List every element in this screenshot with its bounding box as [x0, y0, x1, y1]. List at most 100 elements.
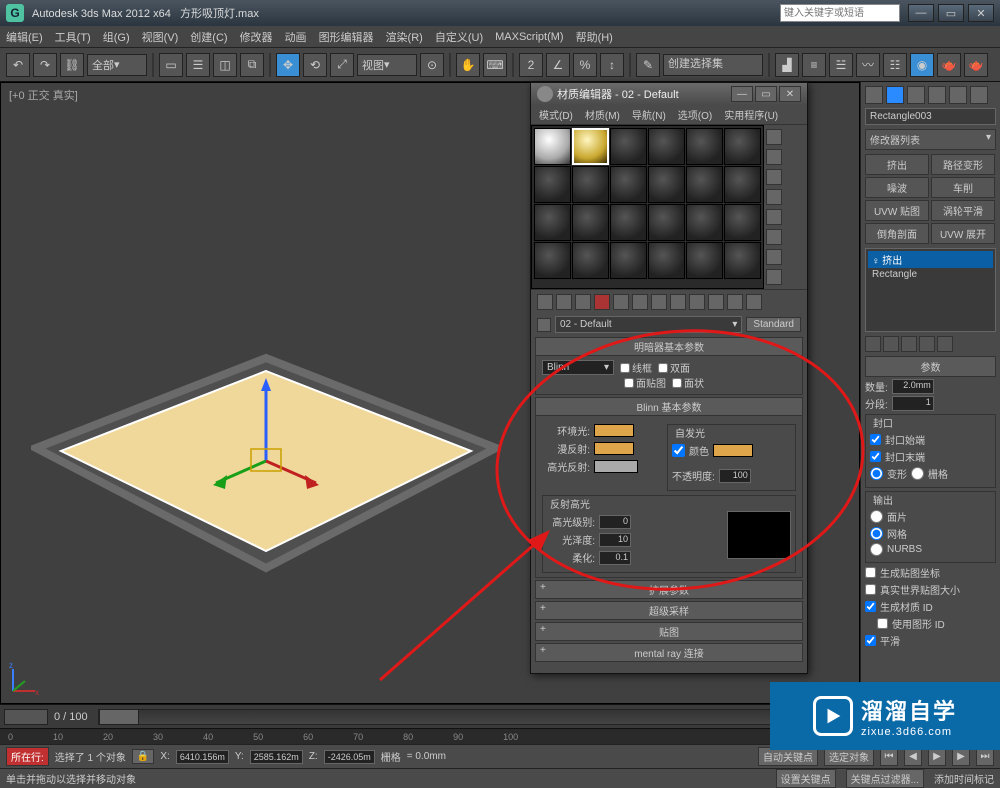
goto-end-icon[interactable]: ⏭	[976, 748, 994, 766]
sample-slot-4[interactable]	[648, 128, 685, 165]
snap-angle-icon[interactable]: ∠	[546, 53, 570, 77]
select-icon[interactable]: ▭	[159, 53, 183, 77]
move-icon[interactable]: ✥	[276, 53, 300, 77]
spec-level-spinner[interactable]: 0	[599, 515, 631, 529]
stack-item-extrude[interactable]: ♀ 挤出	[868, 251, 993, 268]
motion-tab-icon[interactable]	[928, 86, 946, 104]
background-icon[interactable]	[766, 169, 782, 185]
soften-spinner[interactable]: 0.1	[599, 551, 631, 565]
faceted-checkbox[interactable]	[672, 378, 682, 388]
prev-frame-icon[interactable]: ◀	[904, 748, 922, 766]
ambient-swatch[interactable]	[594, 424, 634, 437]
sample-slot-22[interactable]	[648, 242, 685, 279]
out-mesh-radio[interactable]	[870, 527, 883, 540]
snap-2d-icon[interactable]: 2	[519, 53, 543, 77]
rollout-parameters[interactable]: 参数	[865, 356, 996, 377]
gen-mtl-checkbox[interactable]	[865, 601, 876, 612]
redo-icon[interactable]: ↷	[33, 53, 57, 77]
window-crossing-icon[interactable]: ⧉	[240, 53, 264, 77]
use-center-icon[interactable]: ⊙	[420, 53, 444, 77]
video-check-icon[interactable]	[766, 209, 782, 225]
modify-tab-icon[interactable]	[886, 86, 904, 104]
keyboard-icon[interactable]: ⌨	[483, 53, 507, 77]
menu-render[interactable]: 渲染(R)	[386, 29, 423, 45]
me-menu-mode[interactable]: 模式(D)	[539, 107, 573, 122]
next-frame-icon[interactable]: ▶	[952, 748, 970, 766]
me-menu-navigate[interactable]: 导航(N)	[632, 107, 666, 122]
hierarchy-tab-icon[interactable]	[907, 86, 925, 104]
x-field[interactable]: 6410.156m	[176, 750, 229, 764]
menu-edit[interactable]: 编辑(E)	[6, 29, 43, 45]
mod-noise-button[interactable]: 噪波	[865, 177, 929, 198]
material-editor-titlebar[interactable]: 材质编辑器 - 02 - Default — ▭ ✕	[531, 83, 807, 105]
mod-turbosmooth-button[interactable]: 涡轮平滑	[931, 200, 995, 221]
sample-slot-5[interactable]	[686, 128, 723, 165]
spinner-snap-icon[interactable]: ↕	[600, 53, 624, 77]
keyfilter-button[interactable]: 关键点过滤器...	[846, 769, 924, 788]
sample-slot-20[interactable]	[572, 242, 609, 279]
object-name-field[interactable]: Rectangle003	[865, 108, 996, 125]
specular-swatch[interactable]	[594, 460, 638, 473]
timeline-config-icon[interactable]	[4, 709, 48, 725]
maximize-icon[interactable]: ▭	[938, 4, 964, 22]
menu-customize[interactable]: 自定义(U)	[435, 29, 483, 45]
sample-slot-18[interactable]	[724, 204, 761, 241]
sample-slot-17[interactable]	[686, 204, 723, 241]
selection-filter-dropdown[interactable]: 全部 ▾	[87, 54, 147, 76]
sample-slot-11[interactable]	[686, 166, 723, 203]
minimize-icon[interactable]: —	[908, 4, 934, 22]
sample-slot-13[interactable]	[534, 204, 571, 241]
put-to-lib-icon[interactable]	[651, 294, 667, 310]
me-menu-material[interactable]: 材质(M)	[585, 107, 620, 122]
cap-grid-radio[interactable]	[911, 467, 924, 480]
selfillum-color-checkbox[interactable]	[672, 444, 685, 457]
play-icon[interactable]: ▶	[928, 748, 946, 766]
goto-start-icon[interactable]: ⏮	[880, 748, 898, 766]
material-editor-icon[interactable]: ◉	[910, 53, 934, 77]
cap-morph-radio[interactable]	[870, 467, 883, 480]
smooth-checkbox[interactable]	[865, 635, 876, 646]
assign-to-sel-icon[interactable]	[575, 294, 591, 310]
menu-modifiers[interactable]: 修改器	[240, 29, 273, 45]
ref-coord-dropdown[interactable]: 视图 ▾	[357, 54, 417, 76]
rotate-icon[interactable]: ⟲	[303, 53, 327, 77]
remove-mod-icon[interactable]	[919, 336, 935, 352]
wire-checkbox[interactable]	[620, 363, 630, 373]
make-copy-icon[interactable]	[613, 294, 629, 310]
sample-slot-10[interactable]	[648, 166, 685, 203]
sample-slot-15[interactable]	[610, 204, 647, 241]
menu-create[interactable]: 创建(C)	[190, 29, 227, 45]
reset-map-icon[interactable]	[594, 294, 610, 310]
modifier-list-dropdown[interactable]: 修改器列表▾	[865, 129, 996, 150]
cap-start-checkbox[interactable]	[870, 434, 881, 445]
material-type-button[interactable]: Standard	[746, 317, 801, 332]
menu-tools[interactable]: 工具(T)	[55, 29, 91, 45]
rollout-supersample[interactable]: +超级采样	[535, 601, 803, 620]
mod-pathdeform-button[interactable]: 路径变形	[931, 154, 995, 175]
rollout-shader-params[interactable]: 明暗器基本参数	[535, 337, 803, 356]
out-patch-radio[interactable]	[870, 510, 883, 523]
sample-slot-21[interactable]	[610, 242, 647, 279]
scale-icon[interactable]: ⤢	[330, 53, 354, 77]
z-field[interactable]: -2426.05m	[324, 750, 375, 764]
me-maximize-icon[interactable]: ▭	[755, 86, 777, 102]
me-minimize-icon[interactable]: —	[731, 86, 753, 102]
sample-slot-3[interactable]	[610, 128, 647, 165]
sample-slot-9[interactable]	[610, 166, 647, 203]
mod-extrude-button[interactable]: 挤出	[865, 154, 929, 175]
nowgo-button[interactable]: 所在行:	[6, 747, 49, 766]
display-tab-icon[interactable]	[949, 86, 967, 104]
sample-slot-12[interactable]	[724, 166, 761, 203]
show-result-icon[interactable]	[883, 336, 899, 352]
menu-animation[interactable]: 动画	[285, 29, 307, 45]
me-menu-options[interactable]: 选项(O)	[678, 107, 712, 122]
glossiness-spinner[interactable]: 10	[599, 533, 631, 547]
facemap-checkbox[interactable]	[624, 378, 634, 388]
y-field[interactable]: 2585.162m	[250, 750, 303, 764]
sample-slot-7[interactable]	[534, 166, 571, 203]
snap-percent-icon[interactable]: %	[573, 53, 597, 77]
manipulate-icon[interactable]: ✋	[456, 53, 480, 77]
two-sided-checkbox[interactable]	[658, 363, 668, 373]
curve-editor-icon[interactable]: 〰	[856, 53, 880, 77]
real-uv-checkbox[interactable]	[865, 584, 876, 595]
